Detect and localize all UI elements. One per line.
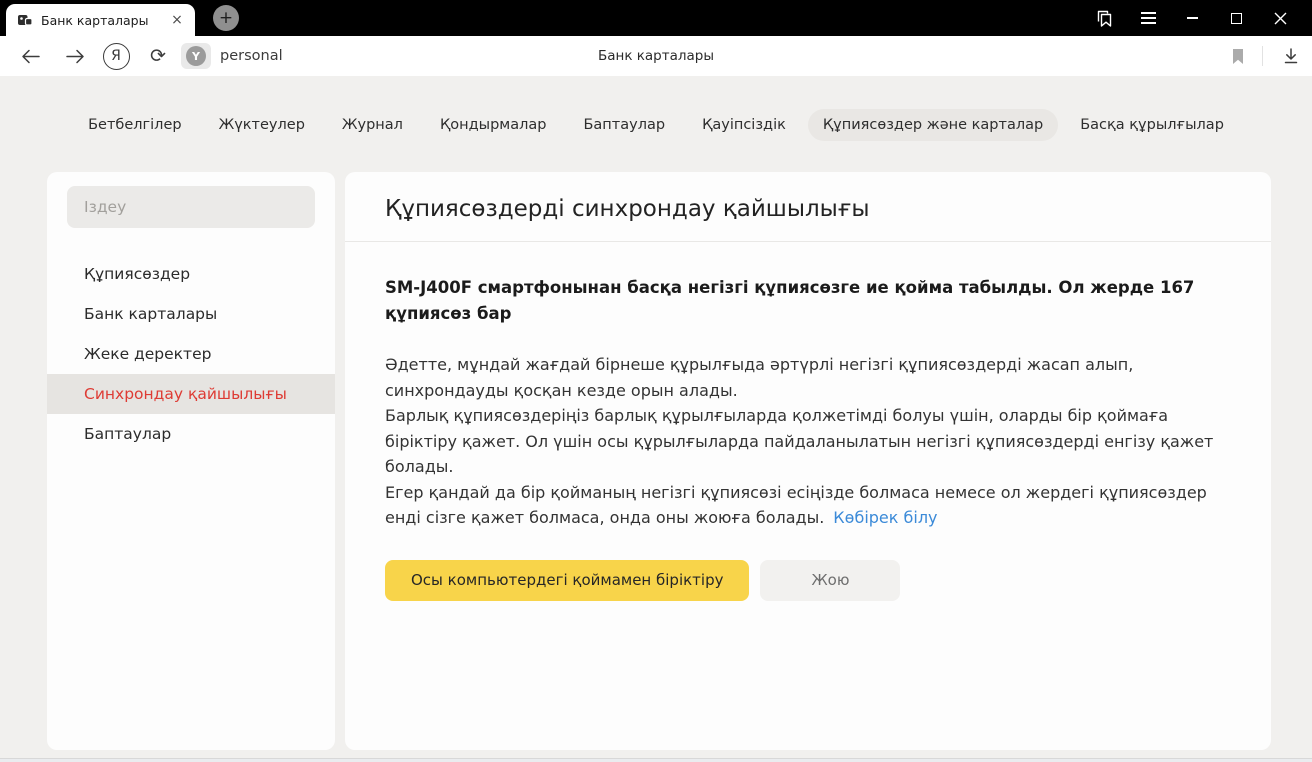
new-tab-button[interactable]: + — [213, 5, 239, 31]
yandex-logo-icon[interactable]: Я — [96, 36, 136, 76]
refresh-icon: ⟳ — [150, 47, 166, 66]
forward-button[interactable] — [55, 36, 95, 76]
description-paragraph: Егер қандай да бір қойманың негізгі құпи… — [385, 480, 1231, 531]
sidebar-item-bank-cards[interactable]: Банк карталары — [47, 294, 335, 334]
conflict-description: Әдетте, мұндай жағдай бірнеше құрылғыда … — [385, 352, 1231, 531]
plus-icon: + — [219, 10, 233, 27]
maximize-button[interactable] — [1214, 0, 1258, 36]
protect-badge-label: personal — [220, 48, 283, 64]
passwords-favicon-icon — [17, 12, 33, 28]
tab-close-icon[interactable]: × — [168, 11, 186, 29]
nav-tab-other-devices[interactable]: Басқа құрылғылар — [1065, 109, 1239, 141]
nav-tab-history[interactable]: Журнал — [327, 109, 418, 141]
sidebar-list: Құпиясөздер Банк карталары Жеке деректер… — [47, 254, 335, 454]
main-panel: Құпиясөздерді синхрондау қайшылығы SM-J4… — [345, 172, 1271, 750]
settings-page: Бетбелгілер Жүктеулер Журнал Қондырмалар… — [0, 76, 1312, 762]
delete-vault-button[interactable]: Жою — [760, 560, 900, 601]
action-buttons: Осы компьютердегі қоймамен біріктіру Жою — [385, 560, 1231, 601]
merge-vault-button[interactable]: Осы компьютердегі қоймамен біріктіру — [385, 560, 749, 601]
minimize-button[interactable] — [1170, 0, 1214, 36]
section-heading: Құпиясөздерді синхрондау қайшылығы — [385, 196, 1231, 222]
description-paragraph: Әдетте, мұндай жағдай бірнеше құрылғыда … — [385, 352, 1231, 403]
protect-shield-icon: Y — [181, 43, 211, 69]
menu-icon[interactable] — [1126, 0, 1170, 36]
downloads-icon[interactable] — [1274, 36, 1308, 76]
bookmarks-panel-icon[interactable] — [1082, 0, 1126, 36]
settings-nav: Бетбелгілер Жүктеулер Журнал Қондырмалар… — [0, 76, 1312, 141]
close-window-button[interactable] — [1258, 0, 1302, 36]
content-area: Құпиясөздер Банк карталары Жеке деректер… — [47, 172, 1271, 750]
heading-divider — [345, 241, 1271, 242]
nav-tab-downloads[interactable]: Жүктеулер — [204, 109, 320, 141]
description-paragraph: Барлық құпиясөздеріңіз барлық құрылғылар… — [385, 403, 1231, 480]
back-button[interactable] — [10, 36, 50, 76]
bookmark-flag-icon[interactable] — [1222, 36, 1254, 76]
sidebar-item-personal-data[interactable]: Жеке деректер — [47, 334, 335, 374]
nav-tab-settings[interactable]: Баптаулар — [568, 109, 680, 141]
sidebar-item-sync-conflict[interactable]: Синхрондау қайшылығы — [47, 374, 335, 414]
window-controls — [1082, 0, 1302, 36]
protect-badge[interactable]: Y personal — [181, 43, 283, 69]
learn-more-link[interactable]: Көбірек білу — [833, 508, 937, 527]
sidebar-item-passwords[interactable]: Құпиясөздер — [47, 254, 335, 294]
search-input[interactable] — [67, 186, 315, 228]
browser-tab[interactable]: Банк карталары × — [6, 4, 195, 36]
address-bar: Я ⟳ Y personal Банк карталары — [0, 36, 1312, 76]
refresh-button[interactable]: ⟳ — [140, 36, 176, 76]
sidebar: Құпиясөздер Банк карталары Жеке деректер… — [47, 172, 335, 750]
nav-tab-passwords-and-cards[interactable]: Құпиясөздер және карталар — [808, 109, 1058, 141]
nav-tab-extensions[interactable]: Қондырмалар — [425, 109, 562, 141]
conflict-summary: SM-J400F смартфонынан басқа негізгі құпи… — [385, 275, 1231, 327]
tab-bar: Банк карталары × + — [0, 0, 1312, 36]
browser-window: Банк карталары × + — [0, 0, 1312, 762]
toolbar-separator — [1262, 46, 1263, 66]
nav-tab-bookmarks[interactable]: Бетбелгілер — [73, 109, 197, 141]
nav-tab-security[interactable]: Қауіпсіздік — [687, 109, 801, 141]
tab-title: Банк карталары — [41, 13, 168, 28]
sidebar-item-settings[interactable]: Баптаулар — [47, 414, 335, 454]
window-bottom-edge — [0, 758, 1312, 762]
